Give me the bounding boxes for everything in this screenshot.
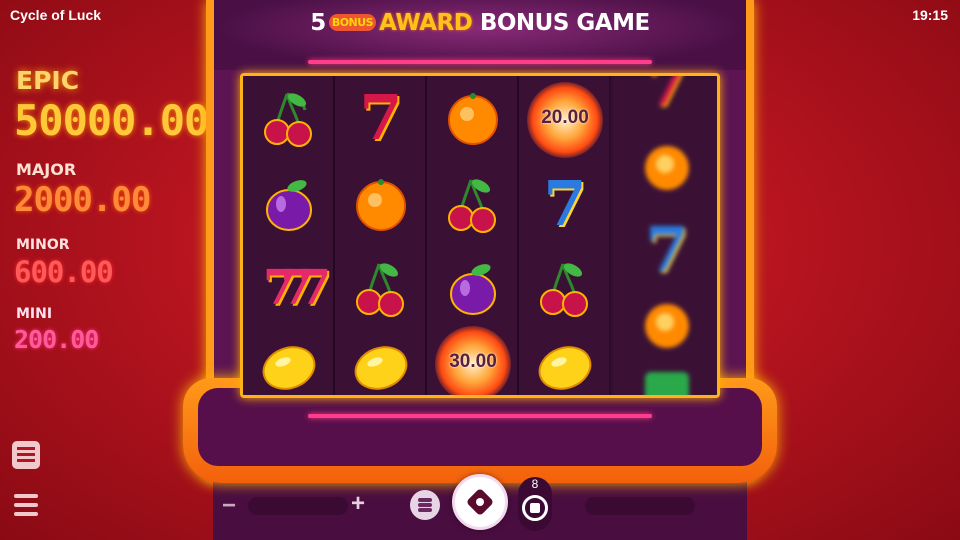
- green-symbol: [645, 372, 689, 395]
- jackpot-minor-value: 600.00: [14, 255, 114, 289]
- fireball-symbol: 20.00: [527, 82, 603, 158]
- reel-grid: 777 7 30.00 20.00 7 7 7: [240, 73, 720, 398]
- plum-symbol: [437, 256, 509, 328]
- reel-2: 7: [335, 76, 427, 395]
- lemon-symbol: [253, 334, 325, 395]
- orange-symbol: [437, 86, 509, 158]
- autoplay-button[interactable]: 8: [518, 477, 552, 531]
- autoplay-stop-icon: [522, 495, 548, 521]
- orange-symbol: [631, 134, 703, 206]
- cherry-symbol: [437, 172, 509, 244]
- reel-1: 777: [243, 76, 335, 395]
- bonus-badge: BONUS: [328, 14, 377, 31]
- fireball-symbol: 30.00: [435, 326, 511, 395]
- top-accent-line: [308, 60, 652, 64]
- blue-seven-symbol: 7: [543, 167, 587, 240]
- plum-symbol: [253, 172, 325, 244]
- jackpot-epic-value: 50000.00: [14, 96, 209, 145]
- red-seven-symbol: 7: [645, 73, 689, 120]
- banner-rest: BONUS GAME: [479, 10, 650, 36]
- reel-4: 20.00 7: [519, 76, 611, 395]
- stop-icon: [465, 487, 495, 517]
- reel-5: 7 7: [611, 73, 717, 395]
- cabinet-base-inner: [198, 388, 762, 466]
- decrease-bet-button[interactable]: −: [222, 492, 236, 520]
- orange-symbol: [345, 172, 417, 244]
- fireball-value: 30.00: [449, 351, 497, 372]
- lemon-symbol: [345, 334, 417, 395]
- bet-display: [248, 497, 348, 515]
- triple-seven-symbol: 777: [262, 260, 331, 316]
- lemon-symbol: [529, 334, 601, 395]
- jackpot-mini-label: MINI: [16, 306, 53, 322]
- coins-settings-icon[interactable]: [410, 490, 440, 520]
- bonus-count: 5: [310, 10, 326, 36]
- reel-3: 30.00: [427, 76, 519, 395]
- orange-symbol: [631, 292, 703, 364]
- jackpot-major-value: 2000.00: [14, 180, 151, 220]
- cherry-symbol: [253, 86, 325, 158]
- blue-seven-symbol: 7: [645, 213, 689, 286]
- balance-display: [585, 497, 695, 515]
- jackpot-minor-label: MINOR: [16, 237, 70, 253]
- spin-stop-button[interactable]: [452, 474, 508, 530]
- increase-bet-button[interactable]: +: [351, 490, 365, 518]
- paytable-icon[interactable]: [12, 441, 40, 469]
- banner-award: AWARD: [379, 10, 473, 36]
- jackpot-epic-label: EPIC: [16, 66, 80, 95]
- jackpot-major-label: MAJOR: [16, 160, 77, 179]
- fireball-value: 20.00: [541, 107, 589, 128]
- menu-icon[interactable]: [12, 492, 40, 520]
- cherry-symbol: [345, 256, 417, 328]
- cherry-symbol: [529, 256, 601, 328]
- bottom-accent-line: [308, 414, 652, 418]
- jackpot-mini-value: 200.00: [14, 325, 99, 354]
- bonus-banner: 5 BONUS AWARD BONUS GAME: [300, 10, 660, 46]
- clock: 19:15: [912, 7, 948, 23]
- red-seven-symbol: 7: [359, 81, 403, 154]
- game-title: Cycle of Luck: [10, 7, 102, 23]
- autoplay-count: 8: [531, 477, 539, 491]
